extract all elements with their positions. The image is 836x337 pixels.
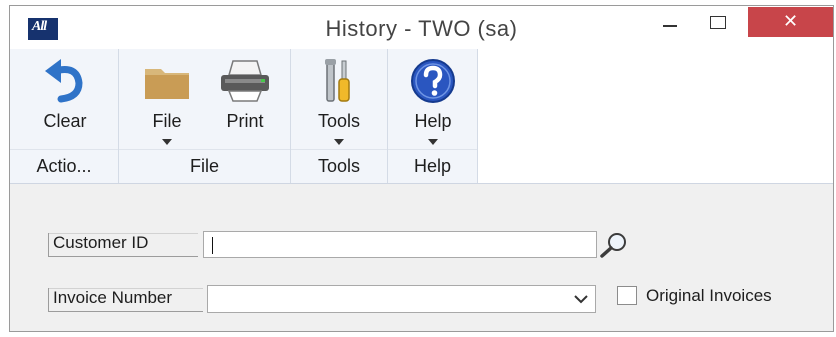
print-label: Print (226, 111, 264, 131)
clear-label: Clear (43, 111, 87, 131)
file-label: File (152, 111, 182, 131)
file-button[interactable]: File (133, 53, 201, 147)
group-caption-actions: Actio... (10, 149, 118, 183)
print-button[interactable]: Print (207, 53, 283, 147)
tools-label: Tools (317, 111, 361, 131)
ribbon: Clear Actio... File Print File Tools Too… (10, 49, 833, 184)
tools-icon (325, 59, 350, 102)
help-button[interactable]: Help (394, 53, 472, 147)
title-bar: All History - TWO (sa) ✕ (10, 6, 833, 49)
original-invoices-checkbox[interactable] (617, 286, 637, 305)
history-window: All History - TWO (sa) ✕ Clear Actio... (9, 5, 834, 332)
minimize-button[interactable] (652, 13, 696, 39)
group-caption-file: File (119, 149, 290, 183)
help-label: Help (414, 111, 452, 131)
clear-button[interactable]: Clear (20, 53, 110, 147)
undo-arrow-icon (45, 59, 83, 103)
invoice-number-label: Invoice Number (48, 288, 203, 312)
printer-icon (221, 60, 269, 102)
history-form: Customer ID Invoice Number Original Invo… (10, 185, 833, 331)
file-dropdown-arrow-icon (162, 139, 172, 145)
tools-button[interactable]: Tools (299, 53, 379, 147)
help-icon (411, 59, 455, 103)
customer-id-label: Customer ID (48, 233, 198, 257)
ribbon-group-tools: Tools Tools (291, 49, 388, 183)
ribbon-group-actions: Clear Actio... (10, 49, 119, 183)
text-cursor (212, 237, 213, 255)
lookup-magnifier-icon[interactable] (598, 231, 630, 258)
help-dropdown-arrow-icon (428, 139, 438, 145)
maximize-button[interactable] (698, 13, 742, 39)
group-caption-tools: Tools (291, 149, 387, 183)
chevron-down-icon[interactable] (569, 287, 593, 311)
invoice-number-dropdown[interactable] (207, 285, 596, 313)
folder-icon (145, 69, 189, 99)
ribbon-group-file: File Print File (119, 49, 291, 183)
original-invoices-label: Original Invoices (646, 286, 772, 305)
group-caption-help: Help (388, 149, 477, 183)
tools-dropdown-arrow-icon (334, 139, 344, 145)
ribbon-group-help: Help Help (388, 49, 478, 183)
customer-id-input[interactable] (203, 231, 597, 258)
close-button[interactable]: ✕ (748, 7, 833, 37)
